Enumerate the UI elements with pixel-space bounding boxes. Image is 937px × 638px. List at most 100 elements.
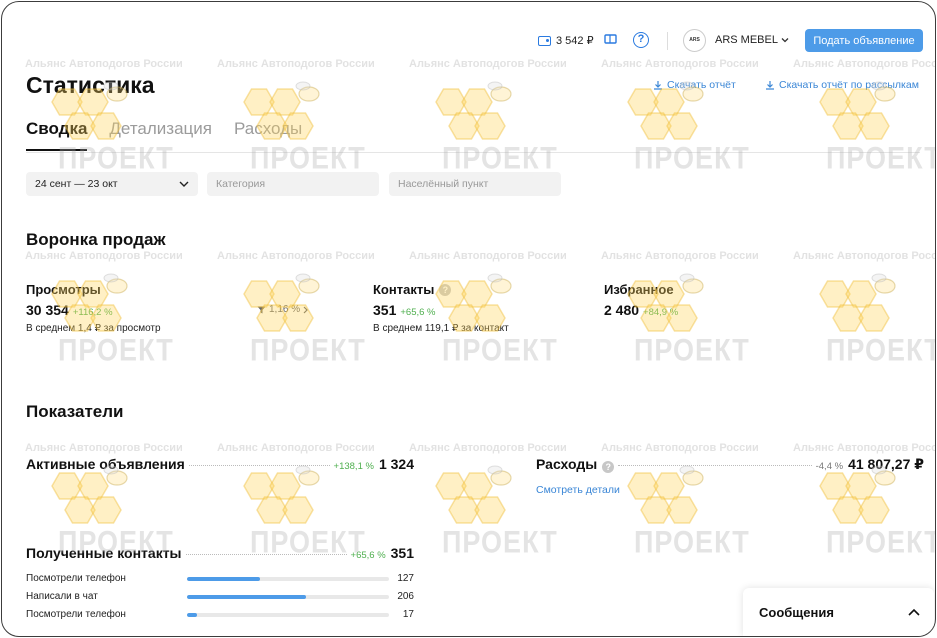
watermark-caption: Альянс Автоподогов России — [217, 250, 375, 262]
watermark: Альянс Автоподогов России ПРОЕКТ — [217, 250, 387, 390]
app-frame: 3 542 ₽ ? ARS ARS MEBEL Подать объявлени… — [1, 1, 936, 637]
help-icon[interactable]: ? — [633, 32, 649, 48]
active-ads-row: Активные объявления +138,1 % 1 324 — [26, 456, 414, 472]
watermark: Альянс Автоподогов России ПРОЕКТ — [793, 250, 936, 390]
contact-breakdown-row: Написали в чат 206 — [26, 591, 414, 603]
breakdown-label: Написали в чат — [26, 591, 98, 602]
download-mailing-label: Скачать отчёт по рассылкам — [779, 79, 919, 91]
city-placeholder: Населённый пункт — [398, 178, 489, 190]
bee-logo-icon — [435, 465, 512, 524]
views-label: Просмотры — [26, 282, 101, 297]
chevron-down-icon — [781, 38, 789, 43]
contacts-value: 351 — [373, 302, 397, 318]
contacts-metric: Контакты? 351 +65,6 % В среднем 119,1 ₽ з… — [373, 282, 509, 334]
expenses-label: Расходы — [536, 456, 598, 472]
tab-summary[interactable]: Сводка — [26, 119, 88, 151]
expenses-delta: -4,4 % — [815, 461, 844, 472]
bee-logo-icon — [435, 81, 512, 140]
watermark-caption: Альянс Автоподогов России — [793, 250, 936, 262]
date-range-value: 24 сент — 23 окт — [35, 178, 118, 190]
download-report-label: Скачать отчёт — [667, 79, 736, 91]
watermark-caption: Альянс Автоподогов России — [25, 250, 183, 262]
watermark-text: ПРОЕКТ — [442, 332, 558, 368]
progress-track — [187, 577, 389, 581]
tariff-icon[interactable] — [604, 32, 617, 46]
views-sub: В среднем 1,4 ₽ за просмотр — [26, 323, 161, 334]
watermark-text: ПРОЕКТ — [442, 524, 558, 560]
favorites-delta: +84,9 % — [643, 307, 679, 318]
date-range-select[interactable]: 24 сент — 23 окт — [26, 172, 198, 196]
contacts-delta: +65,6 % — [400, 307, 436, 318]
progress-track — [187, 595, 389, 599]
progress-fill — [187, 613, 198, 617]
category-placeholder: Категория — [216, 178, 266, 190]
tab-details[interactable]: Детализация — [109, 119, 212, 151]
watermark-text: ПРОЕКТ — [58, 332, 174, 368]
help-icon[interactable]: ? — [602, 461, 615, 473]
user-menu[interactable]: ARS MEBEL — [715, 34, 789, 46]
watermark-text: ПРОЕКТ — [826, 332, 936, 368]
watermark-text: ПРОЕКТ — [250, 332, 366, 368]
chevron-right-icon — [303, 306, 308, 313]
top-bar: 3 542 ₽ ? ARS ARS MEBEL Подать объявлени… — [2, 2, 935, 78]
avatar[interactable]: ARS — [683, 29, 706, 52]
watermark-caption: Альянс Автоподогов России — [409, 442, 567, 454]
category-select[interactable]: Категория — [207, 172, 379, 196]
watermark: Альянс Автоподогов России ПРОЕКТ — [601, 250, 771, 390]
watermark-caption: Альянс Автоподогов России — [409, 250, 567, 262]
download-mailing-link[interactable]: Скачать отчёт по рассылкам — [765, 79, 919, 91]
watermark-text: ПРОЕКТ — [826, 524, 936, 560]
help-icon[interactable]: ? — [439, 283, 452, 296]
tabs-divider — [26, 152, 920, 153]
progress-fill — [187, 595, 307, 599]
download-icon — [654, 81, 662, 90]
breakdown-value: 17 — [402, 609, 414, 620]
contacts-label: Контакты — [373, 282, 435, 297]
received-contacts-label: Полученные контакты — [26, 545, 182, 561]
funnel-heading: Воронка продаж — [26, 230, 166, 249]
chevron-up-icon[interactable] — [908, 608, 920, 616]
messages-panel[interactable]: Сообщения — [743, 588, 934, 636]
leader-dots — [618, 465, 812, 466]
leader-dots — [188, 465, 330, 466]
views-value: 30 354 — [26, 302, 69, 318]
chevron-down-icon — [179, 181, 189, 187]
funnel-icon — [257, 306, 266, 313]
leader-dots — [185, 554, 347, 555]
divider — [667, 32, 668, 50]
expenses-value: 41 807,27 ₽ — [848, 456, 924, 472]
conversion-badge[interactable]: 1,16 % — [257, 304, 308, 315]
contacts-sub: В среднем 119,1 ₽ за контакт — [373, 323, 509, 334]
watermark-caption: Альянс Автоподогов России — [793, 442, 936, 454]
indicators-heading: Показатели — [26, 402, 124, 421]
tabs: Сводка Детализация Расходы — [26, 119, 302, 151]
wallet-icon — [538, 35, 551, 46]
received-contacts-delta: +65,6 % — [350, 550, 386, 561]
tab-expenses[interactable]: Расходы — [234, 119, 302, 151]
post-ad-button[interactable]: Подать объявление — [805, 29, 923, 52]
favorites-metric: Избранное 2 480 +84,9 % — [604, 282, 678, 318]
active-ads-label: Активные объявления — [26, 456, 185, 472]
breakdown-label: Посмотрели телефон — [26, 573, 126, 584]
watermark-text: ПРОЕКТ — [634, 524, 750, 560]
watermark-text: ПРОЕКТ — [634, 140, 750, 176]
breakdown-value: 206 — [397, 591, 414, 602]
breakdown-label: Посмотрели телефон — [26, 609, 126, 620]
avatar-text: ARS — [689, 37, 700, 43]
messages-label: Сообщения — [759, 604, 834, 620]
conversion-value: 1,16 % — [269, 304, 301, 315]
wallet[interactable]: 3 542 ₽ — [538, 34, 594, 47]
bee-logo-icon — [819, 273, 896, 332]
download-report-link[interactable]: Скачать отчёт — [653, 79, 736, 91]
watermark-text: ПРОЕКТ — [442, 140, 558, 176]
received-contacts-value: 351 — [390, 545, 414, 561]
contact-breakdown-row: Посмотрели телефон 17 — [26, 609, 414, 621]
favorites-label: Избранное — [604, 282, 674, 297]
city-select[interactable]: Населённый пункт — [389, 172, 561, 196]
view-details-link[interactable]: Смотреть детали — [536, 484, 620, 496]
breakdown-value: 127 — [397, 573, 414, 584]
expenses-row: Расходы ? -4,4 % 41 807,27 ₽ — [536, 456, 924, 473]
user-name: ARS MEBEL — [715, 34, 778, 46]
download-icon — [766, 81, 774, 90]
active-ads-value: 1 324 — [378, 456, 414, 472]
